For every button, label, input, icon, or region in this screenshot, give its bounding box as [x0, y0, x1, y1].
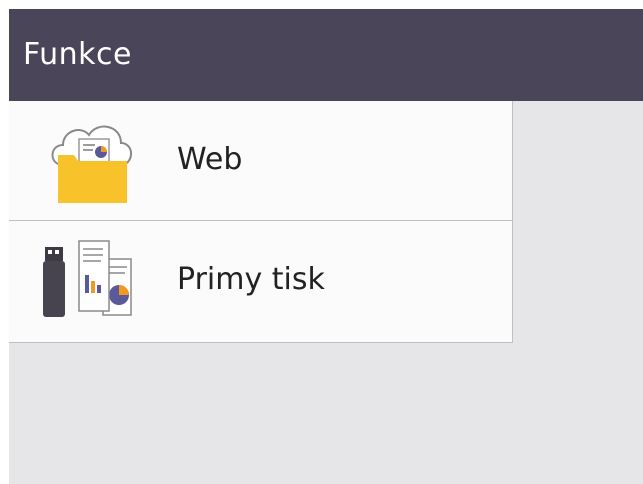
usb-document-icon: [41, 235, 141, 327]
menu-item-label: Primy tisk: [177, 262, 325, 297]
menu-item-direct-print[interactable]: Primy tisk: [9, 221, 512, 342]
page-title: Funkce: [23, 37, 132, 72]
lcd-screen: Funkce Web Primy tisk: [9, 9, 643, 484]
cloud-folder-icon: [41, 115, 141, 207]
header-bar: Funkce: [9, 9, 643, 101]
menu-item-label: Web: [177, 142, 243, 177]
menu-item-web[interactable]: Web: [9, 101, 512, 221]
function-menu: Web Primy tisk: [9, 101, 513, 343]
